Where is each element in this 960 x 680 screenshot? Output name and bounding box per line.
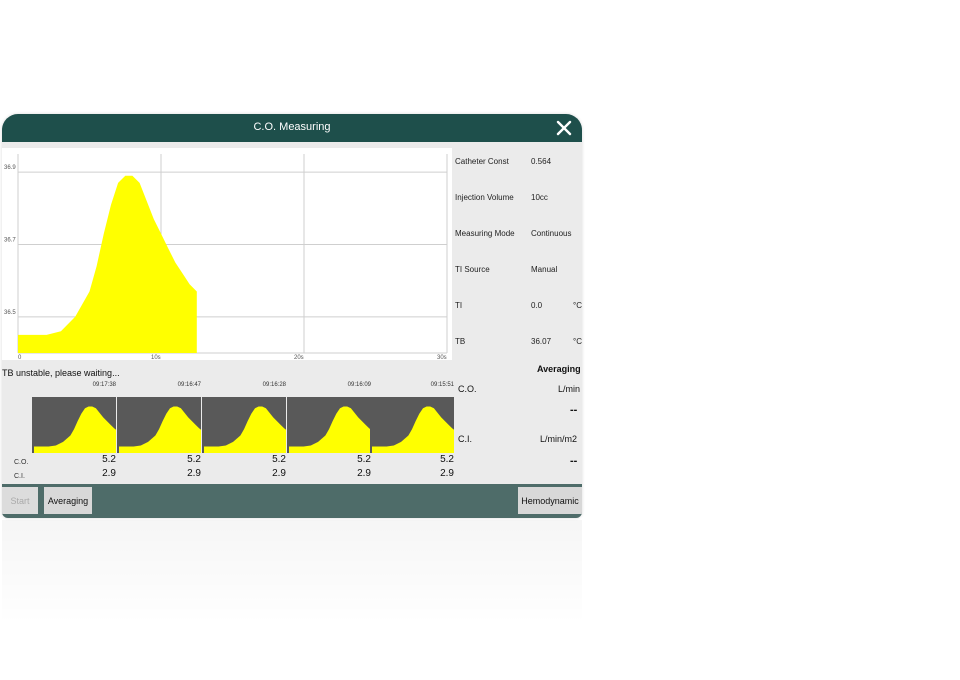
- curve-thumbnail[interactable]: [202, 397, 286, 453]
- curve-thumbnail[interactable]: [370, 397, 454, 453]
- history-co-row-label: C.O.: [14, 459, 29, 466]
- history-ci-row-label: C.I.: [14, 473, 25, 480]
- param-value: 36.07: [531, 337, 552, 346]
- param-label: TI Source: [455, 265, 490, 274]
- tile-ci-value: 2.9: [440, 468, 454, 479]
- measurement-time: 09:16:28: [262, 382, 286, 388]
- param-label: TI: [455, 301, 463, 310]
- y-tick-label: 36.9: [4, 165, 16, 171]
- avg-co-unit: L/min: [558, 384, 581, 394]
- tile-co-value: 5.2: [440, 454, 454, 465]
- param-unit: °C: [573, 301, 582, 310]
- x-tick-label: 30s: [437, 355, 447, 360]
- param-label: Measuring Mode: [455, 229, 515, 238]
- measurement-time: 09:17:38: [92, 382, 116, 388]
- tile-ci-value: 2.9: [357, 468, 371, 479]
- avg-ci-value: --: [570, 455, 578, 467]
- tile-ci-value: 2.9: [102, 468, 116, 479]
- thermodilution-curve-chart: 36.936.736.5 0 10s 20s 30s: [2, 148, 452, 360]
- start-button[interactable]: Start: [2, 487, 38, 514]
- x-tick-label: 10s: [151, 355, 161, 360]
- measurement-time: 09:16:09: [347, 382, 371, 388]
- y-tick-label: 36.7: [4, 237, 16, 243]
- param-value: Manual: [531, 265, 558, 274]
- hemodynamic-button[interactable]: Hemodynamic: [518, 487, 582, 514]
- param-value: Continuous: [531, 229, 572, 238]
- x-tick-label: 20s: [294, 355, 304, 360]
- tile-ci-value: 2.9: [272, 468, 286, 479]
- param-value: 0.0: [531, 301, 543, 310]
- reflection-gradient: [2, 520, 582, 620]
- param-label: Catheter Const: [455, 157, 509, 166]
- param-unit: °C: [573, 337, 582, 346]
- avg-ci-label: C.I.: [458, 434, 473, 444]
- avg-co-label: C.O.: [458, 384, 477, 394]
- param-label: TB: [455, 337, 466, 346]
- curve-thumbnail[interactable]: [117, 397, 201, 453]
- curve-thumbnail[interactable]: [287, 397, 371, 453]
- y-tick-label: 36.5: [4, 310, 16, 316]
- tile-ci-value: 2.9: [187, 468, 201, 479]
- co-measuring-window: C.O. Measuring 36.9 36.7 36.5 0 10s 20s 30s C…: [2, 114, 582, 518]
- param-label: Injection Volume: [455, 193, 514, 202]
- averaging-button[interactable]: Averaging: [44, 487, 92, 514]
- tile-co-value: 5.2: [357, 454, 371, 465]
- window-reflection: [2, 520, 582, 620]
- measurement-time: 09:15:51: [430, 382, 454, 388]
- status-message: TB unstable, please waiting...: [2, 368, 120, 378]
- tile-co-value: 5.2: [187, 454, 201, 465]
- bottom-toolbar: Start Averaging Hemodynamic: [2, 484, 582, 518]
- measurement-time: 09:16:47: [177, 382, 201, 388]
- tile-co-value: 5.2: [102, 454, 116, 465]
- param-value: 10cc: [531, 193, 548, 202]
- tile-co-value: 5.2: [272, 454, 286, 465]
- param-value: 0.564: [531, 157, 552, 166]
- close-icon[interactable]: [554, 118, 574, 138]
- curve-thumbnail[interactable]: [32, 397, 116, 453]
- window-title: C.O. Measuring: [253, 121, 331, 133]
- title-bar: C.O. Measuring: [2, 114, 582, 142]
- avg-co-value: --: [570, 404, 578, 416]
- averaging-heading: Averaging: [537, 364, 581, 374]
- avg-ci-unit: L/min/m2: [540, 434, 578, 444]
